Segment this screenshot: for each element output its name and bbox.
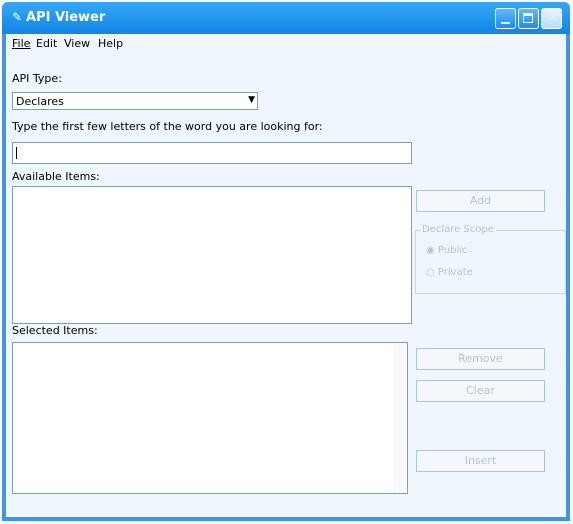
text-caret (16, 147, 17, 159)
private-radio[interactable]: ○ Private (426, 267, 473, 278)
insert-button[interactable]: Insert (416, 450, 545, 472)
title-bar[interactable]: ✎ API Viewer ✕ (2, 2, 570, 34)
selected-items-list[interactable] (12, 342, 408, 494)
maximize-icon (523, 13, 533, 23)
menu-help[interactable]: Help (98, 37, 123, 50)
public-radio[interactable]: ◉ Public (426, 245, 468, 256)
menu-view[interactable]: View (64, 37, 90, 50)
close-button[interactable]: ✕ (541, 8, 562, 29)
minimize-icon (501, 22, 510, 24)
search-input[interactable] (12, 142, 412, 164)
menu-bar: File Edit View Help (6, 34, 566, 54)
api-type-value: Declares (16, 95, 64, 108)
remove-button[interactable]: Remove (416, 348, 545, 370)
api-type-select[interactable]: Declares ▼ (12, 92, 258, 110)
private-label: Private (437, 267, 473, 278)
selected-items-scrollbar[interactable] (393, 343, 407, 493)
public-label: Public (437, 245, 468, 256)
clear-button[interactable]: Clear (416, 380, 545, 402)
search-label: Type the first few letters of the word y… (12, 120, 323, 133)
minimize-button[interactable] (495, 8, 516, 29)
available-items-label: Available Items: (12, 170, 100, 183)
close-icon: ✕ (547, 10, 559, 26)
available-items-list[interactable] (12, 186, 412, 324)
selected-items-label: Selected Items: (12, 324, 98, 337)
client-area: File Edit View Help API Type: Declares ▼… (6, 34, 566, 517)
declare-scope-title: Declare Scope (420, 224, 496, 235)
api-viewer-window: ✎ API Viewer ✕ File Edit View Help API T… (2, 2, 570, 521)
window-title: API Viewer (26, 10, 106, 25)
add-button[interactable]: Add (416, 190, 545, 212)
menu-edit[interactable]: Edit (36, 37, 57, 50)
menu-file[interactable]: File (12, 37, 30, 50)
declare-scope-group: Declare Scope ◉ Public ○ Private (415, 224, 566, 294)
maximize-button[interactable] (518, 8, 539, 29)
api-type-label: API Type: (12, 72, 62, 85)
chevron-down-icon[interactable]: ▼ (248, 95, 255, 105)
app-icon: ✎ (12, 10, 23, 24)
